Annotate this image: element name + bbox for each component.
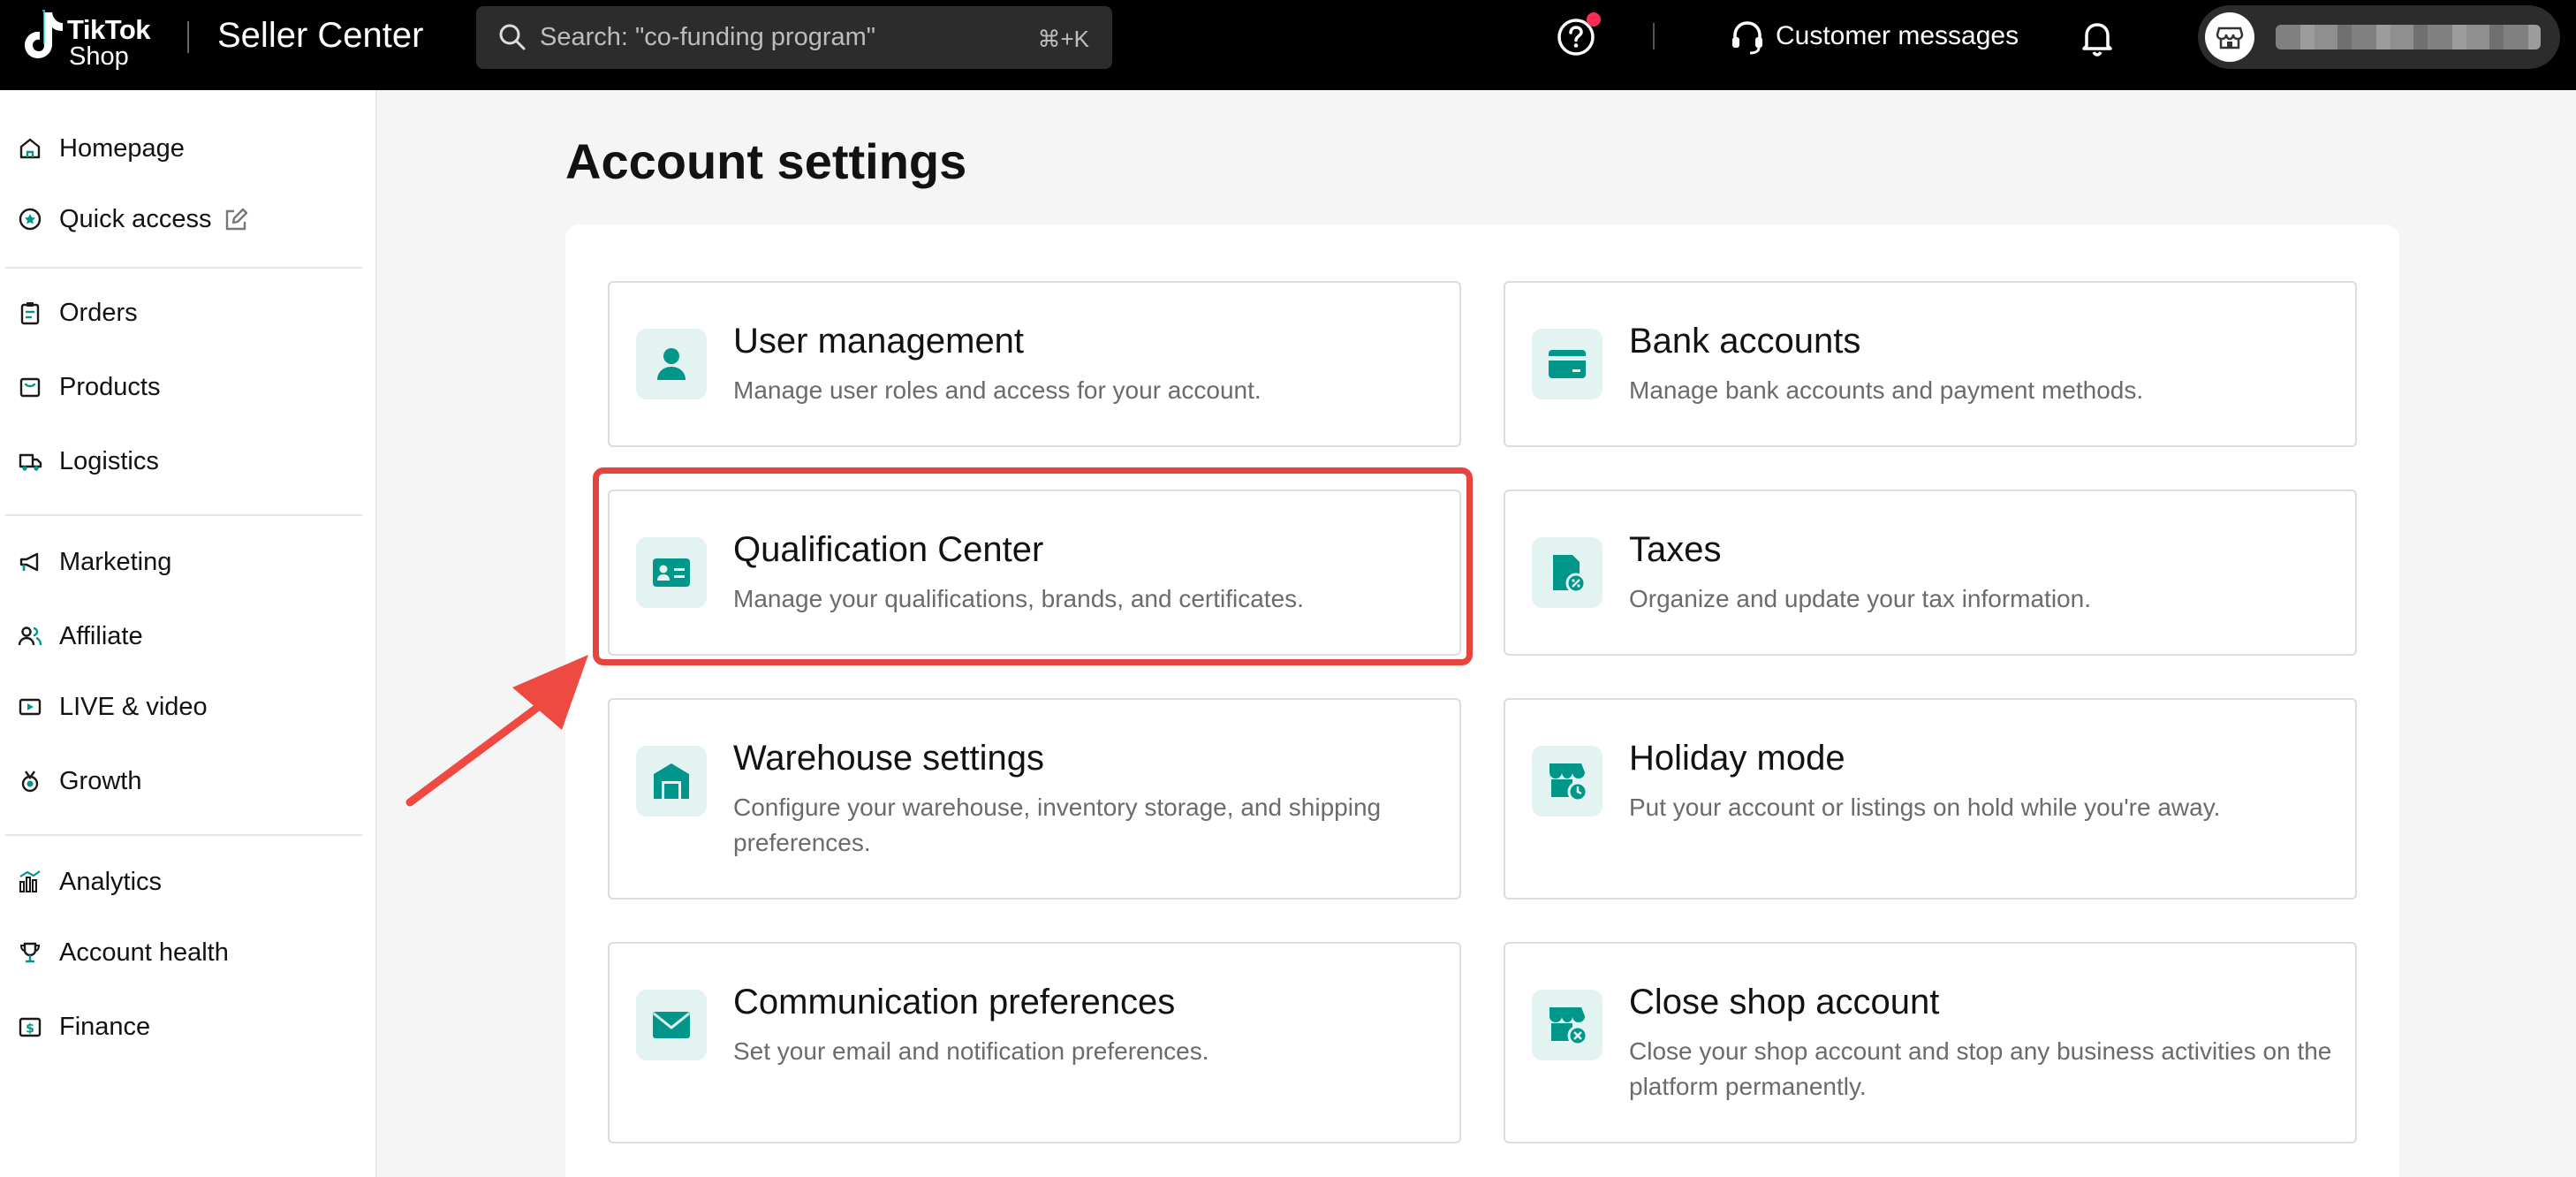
card-user-management[interactable]: User management Manage user roles and ac…: [608, 281, 1461, 447]
card-bank-accounts[interactable]: Bank accounts Manage bank accounts and p…: [1504, 281, 2357, 447]
card-holiday-mode[interactable]: Holiday mode Put your account or listing…: [1504, 698, 2357, 900]
sidebar-item-quick-access[interactable]: Quick access: [0, 193, 371, 246]
sidebar-item-affiliate[interactable]: Affiliate: [0, 610, 371, 663]
app-title: Seller Center: [217, 16, 424, 55]
dollar-icon: $: [19, 1017, 42, 1037]
store-clock-icon: [1532, 746, 1602, 816]
search-input[interactable]: Search: "co-funding program" ⌘+K: [476, 6, 1112, 69]
card-title: Close shop account: [1629, 983, 1940, 1021]
logo-text-tiktok: TikTok: [67, 14, 151, 45]
tiktok-note-icon: [25, 10, 63, 58]
header-divider: [187, 21, 189, 53]
card-description: Configure your warehouse, inventory stor…: [733, 794, 1382, 856]
card-close-shop-account[interactable]: Close shop account Close your shop accou…: [1504, 942, 2357, 1143]
star-circle-icon: [19, 208, 42, 231]
sidebar-item-account-health[interactable]: Account health: [0, 926, 371, 979]
sidebar-item-label: LIVE & video: [59, 693, 208, 721]
sidebar-item-label: Logistics: [59, 447, 159, 475]
search-placeholder: Search: "co-funding program": [540, 23, 876, 51]
search-shortcut: ⌘+K: [1037, 26, 1089, 52]
header-divider-2: [1653, 23, 1655, 49]
sidebar-item-label: Homepage: [59, 134, 185, 163]
sidebar: Homepage Quick access Orders Products Lo…: [0, 90, 377, 1177]
sidebar-divider: [5, 834, 362, 836]
store-icon: [2216, 27, 2244, 49]
tiktok-shop-logo[interactable]: TikTok Shop: [18, 9, 168, 80]
sidebar-item-label: Quick access: [59, 205, 212, 233]
megaphone-icon: [19, 552, 39, 572]
bank-card-icon: [1532, 329, 1602, 399]
sidebar-item-orders[interactable]: Orders: [0, 286, 371, 339]
sidebar-item-label: Growth: [59, 767, 142, 795]
sidebar-item-label: Products: [59, 373, 161, 401]
card-title: Warehouse settings: [733, 739, 1045, 778]
card-description: Set your email and notification preferen…: [733, 1037, 1209, 1065]
top-bar: TikTok Shop Seller Center Search: "co-fu…: [0, 0, 2576, 90]
annotation-arrow: [405, 655, 588, 807]
card-description: Close your shop account and stop any bus…: [1629, 1037, 2332, 1100]
card-description: Manage bank accounts and payment methods…: [1629, 376, 2144, 404]
card-description: Organize and update your tax information…: [1629, 585, 2091, 612]
bell-icon[interactable]: [2076, 16, 2118, 58]
card-title: Holiday mode: [1629, 739, 1845, 778]
sidebar-item-label: Account health: [59, 938, 229, 967]
notification-dot: [1587, 12, 1601, 27]
sidebar-divider: [5, 514, 362, 516]
card-title: Taxes: [1629, 530, 1722, 569]
tax-document-icon: [1532, 537, 1602, 608]
video-icon: [19, 698, 42, 716]
edit-icon[interactable]: [223, 207, 249, 233]
sidebar-item-products[interactable]: Products: [0, 361, 371, 414]
sidebar-item-marketing[interactable]: Marketing: [0, 535, 371, 588]
card-taxes[interactable]: Taxes Organize and update your tax infor…: [1504, 490, 2357, 656]
card-description: Manage user roles and access for your ac…: [733, 376, 1261, 404]
warehouse-icon: [636, 746, 707, 816]
sidebar-item-label: Analytics: [59, 868, 163, 896]
account-name-blurred: [2276, 25, 2541, 49]
sidebar-divider: [5, 267, 362, 269]
medal-icon: [21, 771, 39, 793]
sidebar-item-growth[interactable]: Growth: [0, 755, 371, 808]
card-title: Communication preferences: [733, 983, 1176, 1021]
search-icon: [499, 24, 526, 50]
user-icon: [636, 329, 707, 399]
shop-avatar: [2205, 12, 2254, 62]
sidebar-item-homepage[interactable]: Homepage: [0, 122, 371, 175]
product-box-icon: [19, 377, 41, 398]
sidebar-item-finance[interactable]: $ Finance: [0, 1000, 371, 1053]
trophy-icon: [19, 942, 41, 963]
clipboard-icon: [20, 302, 40, 325]
card-title: Bank accounts: [1629, 322, 1861, 361]
page-title: Account settings: [565, 133, 967, 189]
sidebar-item-analytics[interactable]: Analytics: [0, 855, 371, 908]
headset-icon[interactable]: [1728, 18, 1767, 57]
card-warehouse-settings[interactable]: Warehouse settings Configure your wareho…: [608, 698, 1461, 900]
bar-chart-icon: [19, 870, 41, 892]
truck-icon: [19, 453, 42, 471]
sidebar-item-label: Orders: [59, 299, 138, 327]
highlight-box: [593, 467, 1473, 665]
sidebar-item-label: Affiliate: [59, 622, 143, 650]
store-close-icon: [1532, 990, 1602, 1060]
svg-text:$: $: [26, 1022, 34, 1037]
customer-messages-link[interactable]: Customer messages: [1776, 21, 2019, 51]
card-description: Put your account or listings on hold whi…: [1629, 794, 2221, 821]
card-title: User management: [733, 322, 1025, 361]
home-icon: [19, 138, 41, 159]
sidebar-item-logistics[interactable]: Logistics: [0, 435, 371, 488]
envelope-icon: [636, 990, 707, 1060]
card-communication-preferences[interactable]: Communication preferences Set your email…: [608, 942, 1461, 1143]
logo-text-shop: Shop: [69, 42, 129, 71]
sidebar-item-label: Finance: [59, 1013, 151, 1041]
sidebar-item-live-video[interactable]: LIVE & video: [0, 680, 371, 733]
sidebar-item-label: Marketing: [59, 548, 172, 576]
account-menu[interactable]: [2198, 5, 2560, 69]
people-icon: [18, 626, 42, 646]
